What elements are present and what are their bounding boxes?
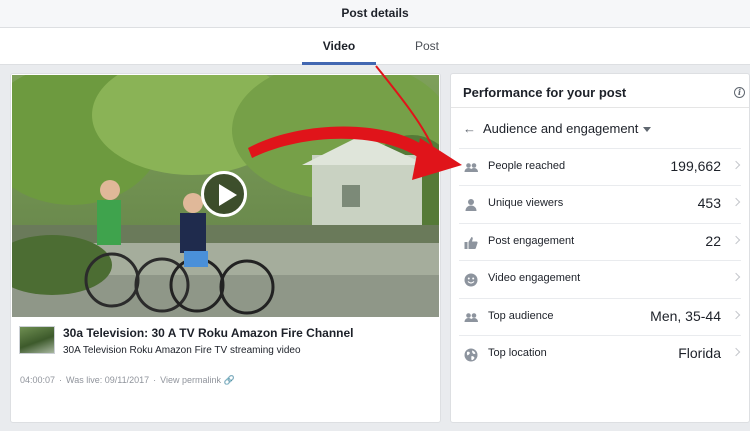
metric-label: Video engagement [488, 272, 581, 285]
tab-post[interactable]: Post [390, 28, 464, 65]
panel-title: Performance for your post [463, 85, 627, 100]
metric-value: Men, 35-44 [650, 307, 721, 324]
smiley-icon [464, 273, 478, 287]
video-player[interactable] [12, 75, 439, 317]
chevron-right-icon [731, 235, 741, 245]
metric-value: Florida [678, 344, 721, 361]
globe-icon [464, 348, 478, 362]
chevron-right-icon [731, 272, 741, 282]
metric-row-people-reached[interactable]: People reached 199,662 [459, 148, 741, 185]
divider [451, 107, 749, 108]
people-icon [464, 312, 478, 322]
back-arrow-icon[interactable]: ← [463, 121, 477, 136]
video-thumbnail[interactable] [19, 326, 55, 354]
metric-label: Top audience [488, 309, 554, 322]
video-card: 30a Television: 30 A TV Roku Amazon Fire… [10, 73, 441, 423]
metric-value: 453 [697, 195, 721, 212]
chevron-right-icon [731, 198, 741, 207]
thumbs-up-icon [464, 236, 478, 249]
video-meta: 04:00:07 · Was live: 09/11/2017 · View perma… [20, 375, 235, 386]
metric-label: Top location [488, 346, 547, 359]
person-icon [465, 199, 477, 212]
meta-separator: · [153, 375, 157, 385]
dialog-title: Post details [341, 6, 409, 20]
view-permalink-link[interactable]: View permalink [160, 375, 221, 385]
link-icon: 🔗 [223, 375, 235, 385]
chevron-right-icon [731, 160, 741, 170]
people-icon [464, 163, 478, 172]
metrics-list: People reached 199,662 Unique viewers 45… [451, 148, 749, 372]
info-icon[interactable]: i [734, 87, 745, 98]
metric-row-post-engagement[interactable]: Post engagement 22 [459, 222, 741, 260]
meta-separator: · [59, 375, 63, 385]
metric-row-unique-viewers[interactable]: Unique viewers 453 [459, 185, 741, 222]
metric-value: 22 [705, 232, 721, 249]
metric-row-video-engagement[interactable]: Video engagement [459, 260, 741, 297]
chevron-right-icon [731, 310, 741, 319]
play-button[interactable] [201, 171, 247, 217]
post-details-header: Post details [0, 0, 750, 28]
caret-down-icon [643, 127, 652, 133]
dropdown-label: Audience and engagement [483, 121, 639, 136]
audience-engagement-dropdown[interactable]: ← Audience and engagement [463, 121, 652, 137]
metric-value: 199,662 [670, 158, 721, 174]
tab-bar: Video Post [0, 28, 750, 65]
video-info: 30a Television: 30 A TV Roku Amazon Fire… [19, 326, 431, 366]
was-live-date: Was live: 09/11/2017 [66, 375, 150, 385]
metric-row-top-location[interactable]: Top location Florida [459, 334, 741, 372]
video-description: 30A Television Roku Amazon Fire TV strea… [63, 345, 301, 356]
metric-label: Unique viewers [488, 197, 564, 210]
video-duration: 04:00:07 [20, 375, 56, 385]
chevron-right-icon [731, 347, 741, 357]
performance-panel: Performance for your post i ← Audience an… [450, 73, 750, 423]
tab-video[interactable]: Video [302, 28, 376, 65]
metric-row-top-audience[interactable]: Top audience Men, 35-44 [459, 297, 741, 335]
metric-label: People reached [488, 160, 566, 172]
metric-label: Post engagement [488, 234, 575, 247]
video-title[interactable]: 30a Television: 30 A TV Roku Amazon Fire… [63, 326, 354, 340]
